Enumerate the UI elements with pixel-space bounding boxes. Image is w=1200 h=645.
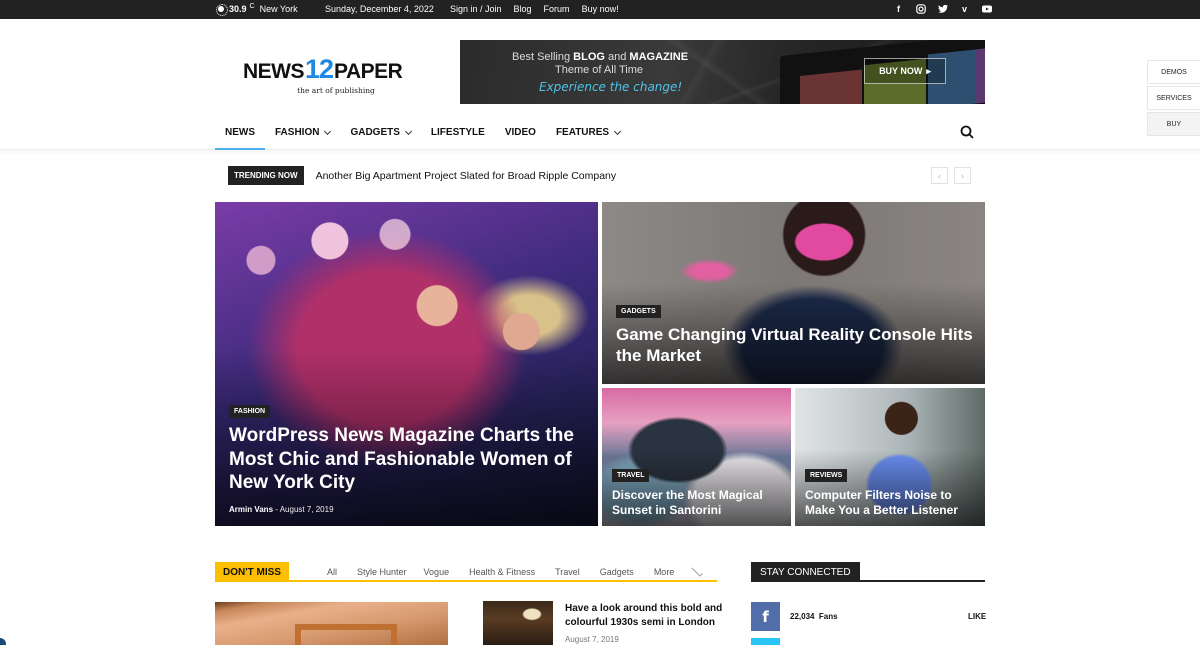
nav-item-lifestyle[interactable]: LIFESTYLE [421,115,495,150]
sign-in-link[interactable]: Sign in / Join [450,4,502,14]
dont-miss-thumb-image[interactable] [483,601,553,645]
tab-more[interactable]: More [653,565,715,577]
banner-buy-now-label: BUY NOW [879,66,923,76]
ad-banner[interactable]: Best Selling BLOG and MAGAZINE Theme of … [460,40,985,104]
article-date: August 7, 2019 [279,505,334,514]
facebook-icon[interactable]: f [751,602,780,631]
nav-item-label: GADGETS [350,127,400,138]
nav-item-gadgets[interactable]: GADGETS [340,115,420,150]
tab-all[interactable]: All [327,567,357,577]
article-title[interactable]: Computer Filters Noise to Make You a Bet… [805,488,975,518]
chevron-down-icon [614,127,622,135]
dont-miss-article-title[interactable]: Have a look around this bold and colourf… [565,602,725,630]
nav-item-label: VIDEO [504,127,536,138]
twitter-icon[interactable] [937,3,948,14]
featured-article-main[interactable]: FASHION WordPress News Magazine Charts t… [215,202,598,526]
chevron-left-icon: ‹ [938,170,941,181]
facebook-fan-count: 22,034 Fans [790,612,838,621]
logo-number: 12 [305,54,334,84]
article-author[interactable]: Armin Vans [229,505,273,514]
vimeo-icon[interactable]: v [959,3,970,14]
tab-style-hunter[interactable]: Style Hunter [357,567,424,577]
side-tab-services[interactable]: SERVICES [1147,86,1200,110]
featured-article-2[interactable]: GADGETS Game Changing Virtual Reality Co… [602,202,985,384]
dont-miss-article-date: August 7, 2019 [565,635,619,644]
blog-link[interactable]: Blog [514,4,532,14]
twitter-icon[interactable] [751,638,780,645]
nav-item-news[interactable]: NEWS [215,115,265,150]
buy-now-link[interactable]: Buy now! [582,4,619,14]
nav-item-label: FASHION [275,127,320,138]
top-links: Sign in / Join Blog Forum Buy now! [450,4,619,14]
facebook-icon[interactable]: f [893,3,904,14]
nav-item-features[interactable]: FEATURES [546,115,630,150]
featured-article-4[interactable]: REVIEWS Computer Filters Noise to Make Y… [795,388,985,526]
nav-item-label: NEWS [225,127,255,138]
meta-separator: - [275,505,278,514]
article-title[interactable]: Discover the Most Magical Sunset in Sant… [612,488,781,518]
trending-prev-button[interactable]: ‹ [931,167,948,184]
article-title[interactable]: Game Changing Virtual Reality Console Hi… [616,324,975,367]
dont-miss-header: DON'T MISS All Style Hunter Vogue Health… [215,562,717,582]
facebook-glyph: f [762,607,769,626]
logo-tagline: the art of publishing [297,86,375,95]
nav-item-label: LIFESTYLE [430,127,485,138]
banner-subheadline: Theme of All Time [555,64,644,76]
featured-article-3[interactable]: TRAVEL Discover the Most Magical Sunset … [602,388,791,526]
chevron-down-icon [324,127,332,135]
corner-widget[interactable] [0,638,6,645]
chevron-down-icon [691,565,703,577]
category-badge[interactable]: FASHION [229,404,271,418]
nav-item-fashion[interactable]: FASHION [265,115,340,150]
side-tab-demos[interactable]: DEMOS [1147,60,1200,84]
facebook-like-button[interactable]: LIKE [968,612,986,621]
top-bar: 30.9 C New York Sunday, December 4, 2022… [0,0,1200,19]
youtube-icon[interactable] [981,3,992,14]
fan-count-value: 22,034 [790,612,815,621]
trending-next-button[interactable]: › [954,167,971,184]
nav-item-label: FEATURES [555,127,610,138]
tab-health-fitness[interactable]: Health & Fitness [469,567,555,577]
site-logo[interactable]: NEWS 12 PAPER the art of publishing [243,56,421,100]
weather-widget: 30.9 C New York [216,2,298,16]
tab-vogue[interactable]: Vogue [424,567,470,577]
weather-unit: C [249,2,255,10]
fan-count-unit: Fans [818,612,838,621]
dont-miss-label: DON'T MISS [215,562,289,582]
banner-tagline: Experience the change! [539,80,683,94]
logo-text-right: PAPER [334,60,403,83]
stay-connected-label: STAY CONNECTED [751,562,860,582]
article-meta: Armin Vans - August 7, 2019 [229,505,588,514]
nav-item-video[interactable]: VIDEO [495,115,546,150]
trending-headline[interactable]: Another Big Apartment Project Slated for… [316,170,617,182]
main-nav: NEWS FASHION GADGETS LIFESTYLE VIDEO FEA… [0,115,1200,150]
tab-travel[interactable]: Travel [555,567,600,577]
dont-miss-main-image[interactable] [215,602,448,645]
banner-headline: Best Selling BLOG and MAGAZINE [512,51,689,63]
caret-right-icon: ▸ [926,65,931,76]
forum-link[interactable]: Forum [544,4,570,14]
trending-bar: TRENDING NOW Another Big Apartment Proje… [228,166,616,185]
category-badge[interactable]: TRAVEL [612,469,650,482]
sun-icon [216,4,228,16]
category-badge[interactable]: REVIEWS [805,469,848,482]
chevron-down-icon [404,127,412,135]
article-title[interactable]: WordPress News Magazine Charts the Most … [229,424,588,495]
chevron-right-icon: › [961,170,964,181]
category-badge[interactable]: GADGETS [616,304,661,318]
weather-city: New York [259,4,298,14]
weather-temperature: 30.9 [229,4,247,14]
search-icon[interactable] [960,125,974,139]
trending-label: TRENDING NOW [228,166,304,185]
banner-buy-now-button[interactable]: BUY NOW ▸ [864,58,946,84]
logo-wordmark: NEWS 12 PAPER [243,56,421,84]
tab-gadgets[interactable]: Gadgets [600,567,654,577]
logo-text-left: NEWS [243,60,305,83]
current-date: Sunday, December 4, 2022 [325,4,434,14]
social-links: f v [893,3,992,14]
instagram-icon[interactable] [915,3,926,14]
tab-more-label: More [653,567,675,577]
dont-miss-tabs: All Style Hunter Vogue Health & Fitness … [327,565,715,577]
stay-connected-header: STAY CONNECTED [751,562,985,582]
